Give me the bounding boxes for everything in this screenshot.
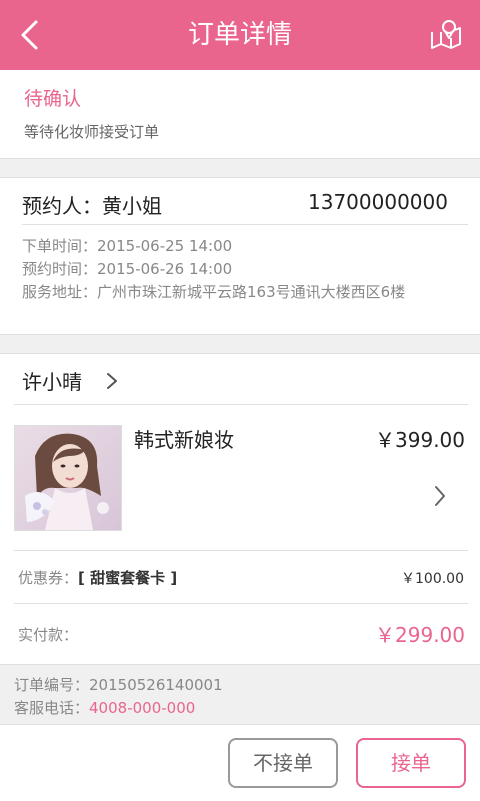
reject-button[interactable]: 不接单 <box>228 738 338 788</box>
divider <box>0 334 480 335</box>
address-row: 服务地址：广州市珠江新城平云路163号通讯大楼西区6楼 <box>22 281 405 304</box>
booking-details: 下单时间：2015-06-25 14:00 预约时间：2015-06-26 14… <box>22 235 405 304</box>
page-title: 订单详情 <box>187 20 292 50</box>
order-time-value: 2015-06-25 14:00 <box>97 237 233 255</box>
coupon-info: 优惠券：[ 甜蜜套餐卡 ] <box>18 567 177 588</box>
service-phone-link[interactable]: 4008-000-000 <box>89 699 195 717</box>
contact-phone[interactable]: 13700000000 <box>308 190 448 214</box>
paid-label: 实付款： <box>18 626 79 644</box>
order-number-label: 订单编号： <box>14 676 90 694</box>
artist-name: 许小晴 <box>22 370 82 394</box>
paid-row: 实付款： ￥299.00 <box>0 604 480 664</box>
appointment-time-row: 预约时间：2015-06-26 14:00 <box>22 258 405 281</box>
status-subtitle: 等待化妆师接受订单 <box>24 123 160 141</box>
chevron-right-icon <box>435 486 445 506</box>
coupon-value: ￥100.00 <box>401 571 464 587</box>
status-section: 待确认 等待化妆师接受订单 <box>0 70 480 158</box>
divider <box>0 664 480 665</box>
contact-name: 黄小姐 <box>102 194 162 218</box>
order-info: 订单编号：20150526140001 客服电话：4008-000-000 <box>14 674 223 720</box>
product-name: 韩式新娘妆 <box>134 428 234 452</box>
service-phone-label: 客服电话： <box>14 699 90 717</box>
divider <box>0 177 480 178</box>
coupon-row: 优惠券：[ 甜蜜套餐卡 ] ￥100.00 <box>0 551 480 603</box>
coupon-label: 优惠券： <box>18 569 79 587</box>
order-number-row: 订单编号：20150526140001 <box>14 674 223 697</box>
product-section: 许小晴 韩式新娘妆 ￥399.00 优惠券：[甜蜜套餐卡] ￥100.00 … <box>0 353 480 664</box>
artist-row[interactable]: 许小晴 <box>0 354 480 404</box>
booking-section: 预约人：黄小姐 13700000000 下单时间：2015-06-25 14:0… <box>0 177 480 334</box>
bride-photo <box>15 426 121 530</box>
contact-row: 预约人：黄小姐 <box>22 190 162 219</box>
back-button[interactable] <box>12 16 48 54</box>
map-button[interactable] <box>426 16 466 54</box>
address-value: 广州市珠江新城平云路163号通讯大楼西区6楼 <box>97 283 406 301</box>
divider <box>22 224 468 225</box>
status-title: 待确认 <box>24 88 82 110</box>
order-time-row: 下单时间：2015-06-25 14:00 <box>22 235 405 258</box>
product-thumbnail <box>14 425 122 531</box>
header-bar: 订单详情 <box>0 0 480 70</box>
coupon-name: [ 甜蜜套餐卡 ] <box>78 569 178 587</box>
order-time-label: 下单时间： <box>22 237 98 255</box>
appointment-time-value: 2015-06-26 14:00 <box>97 260 233 278</box>
divider <box>0 158 480 159</box>
appointment-time-label: 预约时间： <box>22 260 98 278</box>
accept-button[interactable]: 接单 <box>356 738 466 788</box>
address-label: 服务地址： <box>22 283 98 301</box>
chevron-left-icon <box>21 20 38 50</box>
action-bar: 不接单 接单 <box>0 724 480 801</box>
product-price: ￥399.00 <box>375 428 465 452</box>
contact-label: 预约人： <box>22 194 102 218</box>
service-phone-row: 客服电话：4008-000-000 <box>14 697 223 720</box>
map-pin-icon <box>431 20 461 49</box>
product-row[interactable]: 韩式新娘妆 ￥399.00 <box>0 405 480 550</box>
paid-value: ￥299.00 <box>375 623 465 647</box>
chevron-right-icon <box>107 373 117 389</box>
order-number-value: 20150526140001 <box>89 676 223 694</box>
